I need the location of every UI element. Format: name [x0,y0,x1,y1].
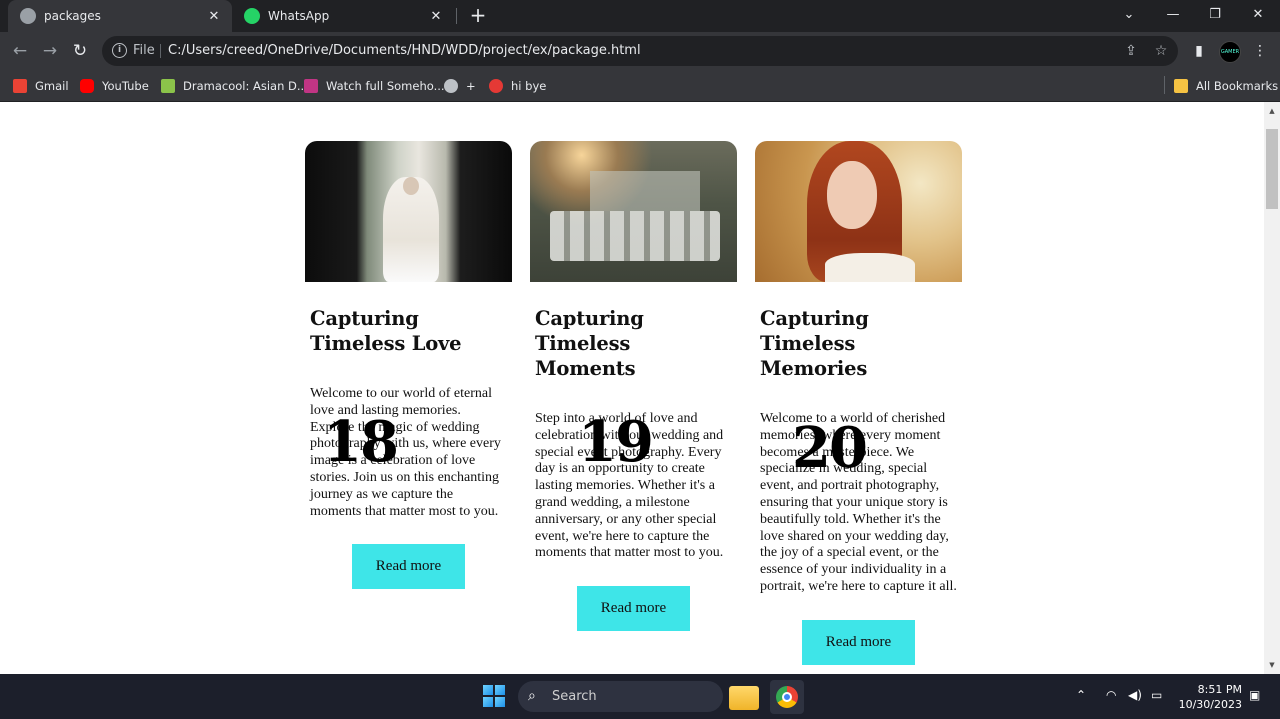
card-text: Welcome to a world of cherished memories… [760,411,957,594]
bookmark-label: + [466,79,476,93]
clock-date: 10/30/2023 [1178,698,1242,711]
bookmark-gmail[interactable]: Gmail [13,77,69,95]
close-icon[interactable]: ✕ [206,9,222,24]
bookmark-label: hi bye [511,79,547,93]
card-title: Capturing Timeless Moments [535,307,644,380]
folder-icon [1174,79,1188,93]
globe-icon [20,8,36,24]
all-bookmarks-label: All Bookmarks [1196,79,1279,93]
file-explorer-icon[interactable] [729,686,759,710]
all-bookmarks[interactable]: All Bookmarks [1174,77,1278,95]
portrait-photo [755,141,962,282]
package-card-love: Capturing Timeless Love Welcome to our w… [305,141,512,590]
side-panel-icon[interactable]: ▮ [1189,41,1209,61]
share-icon[interactable]: ⇪ [1122,42,1140,60]
tab-title: WhatsApp [268,9,330,23]
reload-icon[interactable]: ↻ [68,39,92,63]
taskbar-search[interactable]: ⌕ Search [518,681,723,712]
tab-search-button[interactable]: ⌄ [1107,0,1151,32]
bookmark-plus[interactable]: + [444,77,476,95]
tab-strip: packages ✕ WhatsApp ✕ + ⌄ — ❐ ✕ [0,0,1280,32]
windows-start-icon[interactable] [483,685,505,707]
browser-toolbar: ← → ↻ i File C:/Users/creed/OneDrive/Doc… [0,32,1280,70]
tab-title: packages [44,9,101,23]
bookmarks-divider [1164,76,1165,94]
bookmark-youtube[interactable]: YouTube [80,77,149,95]
bookmark-label: YouTube [102,79,149,93]
restore-button[interactable]: ❐ [1193,0,1237,32]
bookmark-label: Gmail [35,79,69,93]
bookmark-hi-bye[interactable]: hi bye [489,77,546,95]
chrome-icon [776,686,798,708]
package-card-moments: Capturing Timeless Moments Step into a w… [530,141,737,632]
bookmark-label: Dramacool: Asian D... [183,79,308,93]
battery-icon[interactable]: ▭ [1151,688,1162,702]
back-arrow-icon[interactable]: ← [8,39,32,63]
page-viewport: Capturing Timeless Love Welcome to our w… [0,102,1264,674]
youtube-icon [80,79,94,93]
scroll-up-icon[interactable]: ▲ [1264,104,1280,118]
search-icon: ⌕ [528,688,536,704]
menu-kebab-icon[interactable]: ⋮ [1250,41,1270,61]
close-icon[interactable]: ✕ [428,9,444,24]
bookmark-watch-full[interactable]: Watch full Someho... [304,77,445,95]
scroll-thumb[interactable] [1266,129,1278,209]
star-icon[interactable]: ☆ [1152,42,1170,60]
tab-separator [456,8,457,24]
read-more-button[interactable]: Read more [352,544,465,590]
gmail-icon [13,79,27,93]
url-text[interactable]: C:/Users/creed/OneDrive/Documents/HND/WD… [168,43,641,58]
info-icon[interactable]: i [112,43,127,58]
bookmark-label: Watch full Someho... [326,79,445,93]
globe-icon [444,79,458,93]
scroll-down-icon[interactable]: ▼ [1264,658,1280,672]
taskbar-clock[interactable]: 8:51 PM 10/30/2023 [1178,682,1242,712]
windows-taskbar: ⌕ Search ⌃ ◠ ◀) ▭ 8:51 PM 10/30/2023 ▣ [0,674,1280,719]
package-card-memories: Capturing Timeless Memories Welcome to a… [755,141,962,665]
tray-overflow-icon[interactable]: ⌃ [1076,688,1086,702]
tab-packages[interactable]: packages ✕ [8,0,232,32]
forward-arrow-icon[interactable]: → [38,39,62,63]
whatsapp-icon [244,8,260,24]
omnibox-divider [160,44,161,58]
tab-whatsapp[interactable]: WhatsApp ✕ [232,0,454,32]
page-scrollbar[interactable]: ▲ ▼ [1264,102,1280,674]
wifi-icon[interactable]: ◠ [1106,688,1116,702]
bride-photo [305,141,512,282]
profile-avatar[interactable]: GAMER [1219,41,1241,63]
volume-icon[interactable]: ◀) [1128,688,1142,702]
bookmarks-bar: Gmail YouTube Dramacool: Asian D... Watc… [0,70,1280,102]
new-tab-button[interactable]: + [466,4,490,28]
read-more-button[interactable]: Read more [577,586,690,632]
read-more-button[interactable]: Read more [802,619,915,665]
watch-icon [304,79,318,93]
card-text: Step into a world of love and celebratio… [535,411,724,561]
address-bar[interactable]: i File C:/Users/creed/OneDrive/Documents… [102,36,1178,66]
window-close-button[interactable]: ✕ [1236,0,1280,32]
bookmark-dramacool[interactable]: Dramacool: Asian D... [161,77,308,95]
venue-photo [530,141,737,282]
m-icon [489,79,503,93]
dramacool-icon [161,79,175,93]
card-text: Welcome to our world of eternal love and… [310,386,501,519]
card-title: Capturing Timeless Love [310,307,462,355]
minimize-button[interactable]: — [1151,0,1195,32]
scheme-label: File [133,43,155,58]
search-label: Search [552,689,597,704]
card-title: Capturing Timeless Memories [760,307,869,380]
notification-icon[interactable]: ▣ [1249,688,1260,702]
chrome-taskbar-button[interactable] [770,680,804,714]
clock-time: 8:51 PM [1197,683,1242,696]
